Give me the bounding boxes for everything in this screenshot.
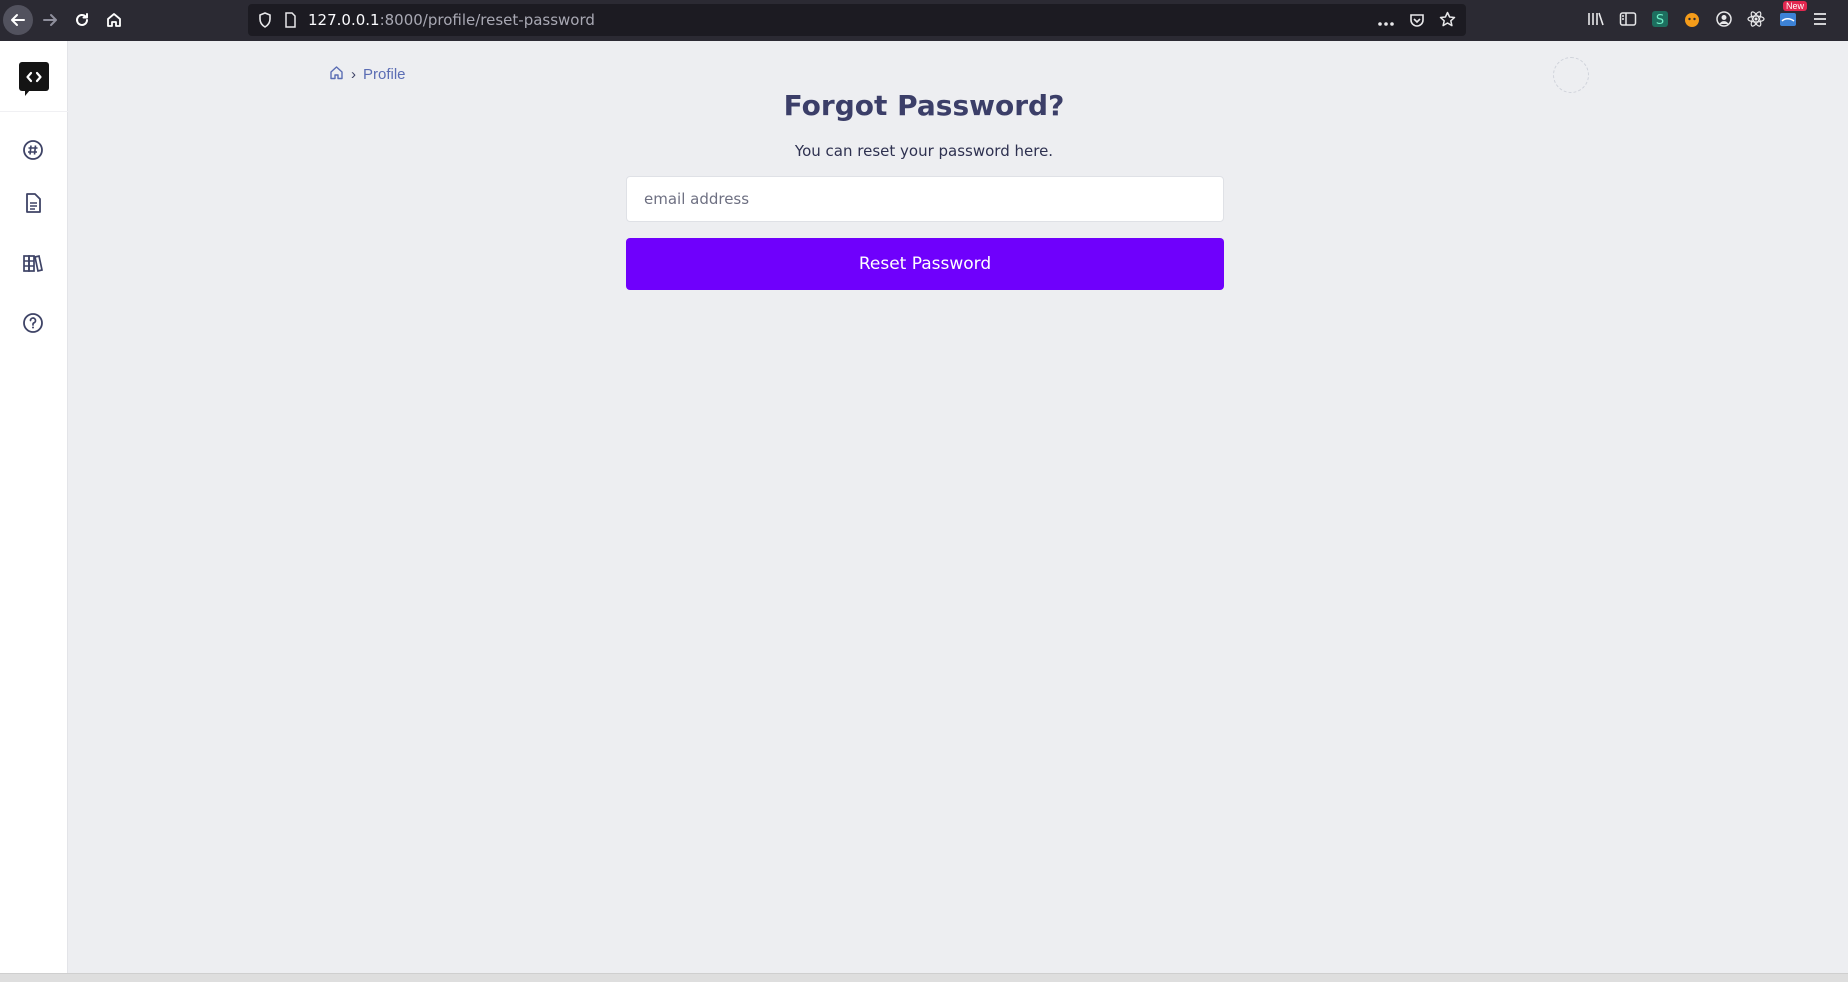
arrow-right-icon — [43, 14, 57, 26]
sidebar-item-topics[interactable] — [20, 137, 46, 163]
sidebar-item-library[interactable] — [20, 250, 46, 276]
forward-button[interactable] — [35, 5, 65, 35]
page-title: Forgot Password? — [783, 89, 1065, 122]
address-bar[interactable]: 127.0.0.1:8000/profile/reset-password — [248, 4, 1466, 36]
library-icon — [23, 254, 44, 273]
extension-s-icon[interactable]: S — [1649, 8, 1671, 30]
library-icon[interactable] — [1585, 8, 1607, 30]
bookmark-star-icon[interactable] — [1439, 11, 1456, 32]
sidebar-item-documents[interactable] — [20, 190, 46, 216]
page-info-icon[interactable] — [284, 12, 297, 32]
account-icon[interactable] — [1713, 8, 1735, 30]
help-icon — [23, 313, 43, 333]
toolbar-extensions: S New — [1585, 1, 1831, 30]
svg-text:S: S — [1656, 13, 1664, 28]
url-path: :8000/profile/reset-password — [379, 11, 595, 29]
back-button[interactable] — [3, 5, 33, 35]
home-button[interactable] — [99, 5, 129, 35]
breadcrumb-separator: › — [351, 66, 356, 83]
more-icon[interactable] — [1377, 12, 1395, 31]
document-icon — [26, 193, 41, 213]
reload-icon — [76, 13, 88, 26]
shield-icon[interactable] — [258, 12, 272, 32]
breadcrumb-profile-link[interactable]: Profile — [363, 66, 406, 83]
new-badge: New — [1782, 1, 1807, 11]
arrow-left-icon — [11, 14, 25, 26]
reload-button[interactable] — [67, 5, 97, 35]
email-field[interactable] — [626, 176, 1224, 222]
url-text[interactable]: 127.0.0.1:8000/profile/reset-password — [308, 11, 595, 29]
horizontal-scrollbar[interactable] — [0, 973, 1848, 982]
breadcrumb: › Profile — [329, 65, 406, 84]
avatar[interactable] — [1553, 57, 1589, 93]
url-actions — [1377, 11, 1456, 32]
sidebar-divider — [0, 111, 68, 112]
sidebar-toggle-icon[interactable] — [1617, 8, 1639, 30]
browser-toolbar: 127.0.0.1:8000/profile/reset-password S — [0, 0, 1848, 41]
code-brackets-icon — [26, 71, 42, 82]
home-icon — [107, 13, 121, 27]
react-devtools-icon[interactable] — [1745, 8, 1767, 30]
url-host: 127.0.0.1 — [308, 11, 380, 29]
pocket-icon[interactable] — [1409, 12, 1425, 32]
sidebar — [0, 41, 68, 973]
sidebar-item-help[interactable] — [20, 310, 46, 336]
extension-new-icon[interactable]: New — [1777, 1, 1807, 30]
reset-password-button[interactable]: Reset Password — [626, 238, 1224, 290]
hashtag-icon — [23, 140, 43, 160]
extension-fox-icon[interactable] — [1681, 8, 1703, 30]
page-subtitle: You can reset your password here. — [794, 142, 1054, 160]
main-content: › Profile Forgot Password? You can reset… — [69, 41, 1848, 973]
menu-icon[interactable] — [1809, 8, 1831, 30]
home-icon[interactable] — [329, 65, 344, 84]
app-logo[interactable] — [19, 62, 49, 96]
